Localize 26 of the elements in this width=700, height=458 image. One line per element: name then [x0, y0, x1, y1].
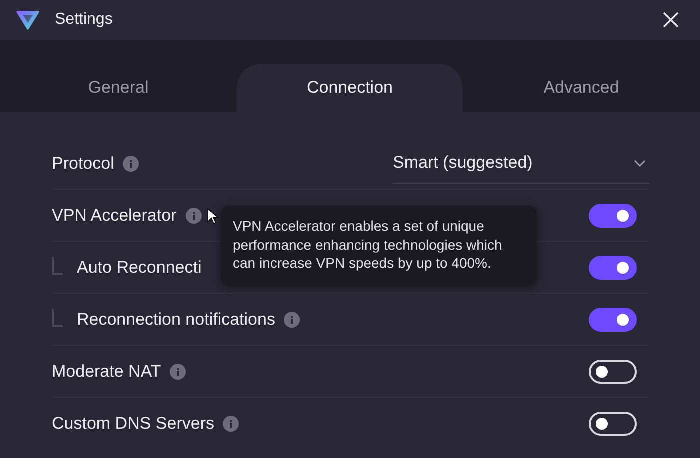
tooltip: VPN Accelerator enables a set of unique performance enhancing technologies which can increase VPN speeds by up to 400%.	[221, 206, 537, 284]
setting-label: Custom DNS Servers	[52, 414, 214, 434]
setting-label: Auto Reconnecti	[77, 258, 202, 278]
close-icon[interactable]	[662, 11, 680, 29]
branch-icon	[52, 308, 63, 326]
toggle-switch[interactable]	[589, 308, 637, 332]
tab[interactable]: Advanced	[463, 64, 700, 112]
protocol-dropdown[interactable]: Smart (suggested)	[393, 144, 650, 184]
info-icon[interactable]	[284, 312, 300, 328]
tab[interactable]: General	[0, 64, 237, 112]
branch-icon	[52, 256, 63, 274]
window-title: Settings	[55, 11, 113, 29]
setting-label: Moderate NAT	[52, 362, 162, 382]
setting-label: Protocol	[52, 154, 114, 174]
toggle-switch[interactable]	[589, 256, 637, 280]
toggle-switch[interactable]	[589, 204, 637, 228]
caret-icon	[634, 160, 646, 166]
setting-label: VPN Accelerator	[52, 206, 177, 226]
tab[interactable]: Connection	[237, 64, 463, 112]
mouse-pointer-icon	[207, 208, 219, 225]
setting-label: Reconnection notifications	[77, 310, 276, 330]
app-logo-icon	[16, 8, 40, 32]
info-icon[interactable]	[223, 416, 240, 432]
info-icon[interactable]	[186, 208, 202, 224]
info-icon[interactable]	[170, 364, 186, 380]
info-icon[interactable]	[123, 156, 140, 172]
